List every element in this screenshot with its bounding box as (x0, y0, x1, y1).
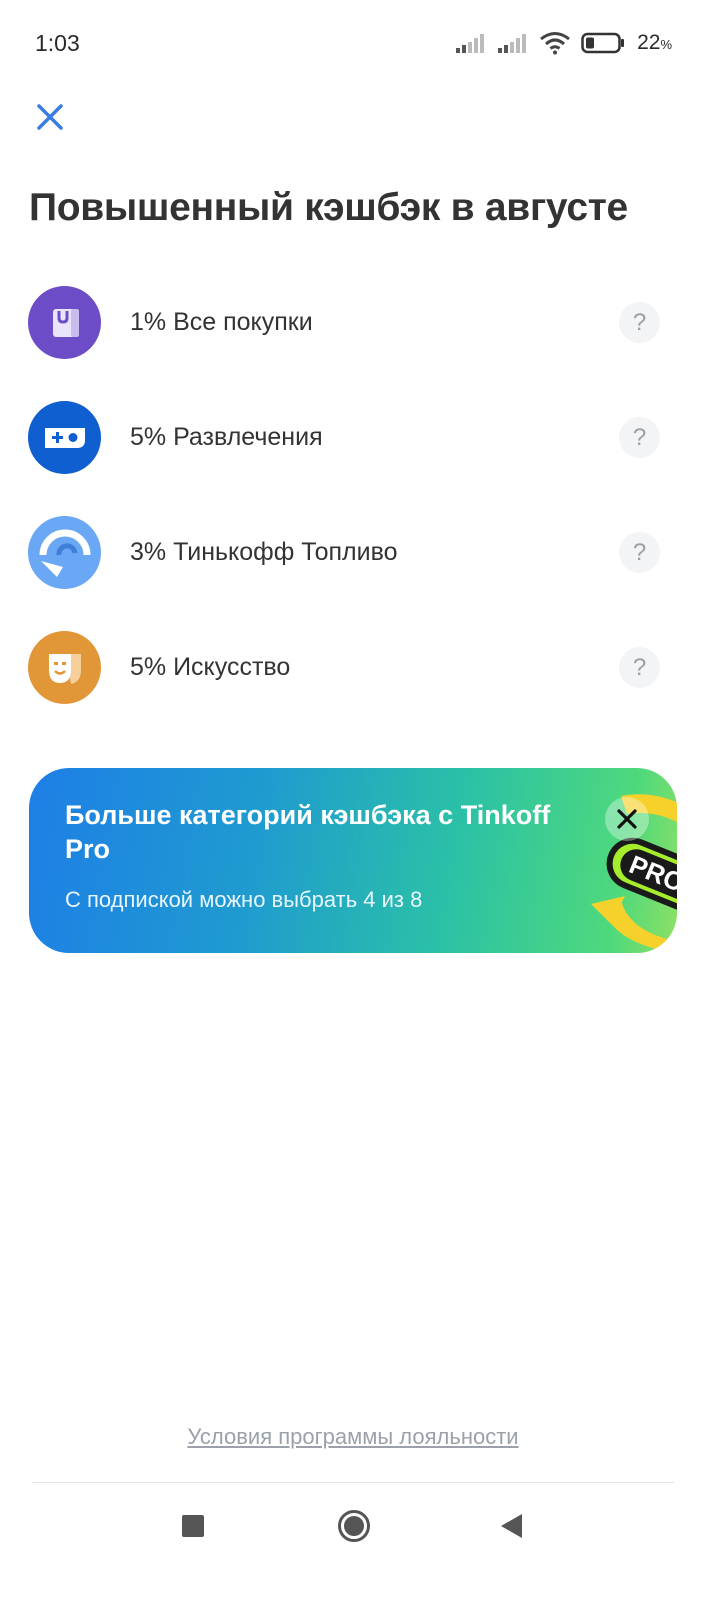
back-button[interactable] (492, 1507, 530, 1545)
divider (32, 1482, 674, 1483)
question-icon[interactable]: ? (633, 424, 646, 452)
back-triangle-icon[interactable] (498, 1512, 524, 1540)
question-icon[interactable]: ? (633, 539, 646, 567)
category-item[interactable]: 1% Все покупки ? (0, 285, 720, 400)
status-icons: 22% (455, 28, 672, 58)
close-icon[interactable] (30, 97, 70, 137)
help-button[interactable]: ? (619, 532, 660, 573)
help-button[interactable]: ? (619, 647, 660, 688)
status-time: 1:03 (35, 30, 80, 56)
recents-square-icon[interactable] (181, 1514, 205, 1538)
promo-banner[interactable]: Больше категорий кэшбэка с Tinkoff Pro С… (29, 768, 677, 953)
category-label: 5% Искусство (130, 653, 291, 681)
question-icon[interactable]: ? (633, 654, 646, 682)
shopping-bag-icon (28, 286, 101, 359)
theater-mask-icon (28, 631, 101, 704)
home-circle-icon[interactable] (337, 1509, 371, 1543)
category-label: 1% Все покупки (130, 308, 313, 336)
help-button[interactable]: ? (619, 417, 660, 458)
battery-percent: 22% (637, 31, 672, 54)
wifi-icon (540, 32, 571, 55)
system-nav-bar (0, 1490, 720, 1600)
signal-icon (456, 34, 485, 53)
page-title: Повышенный кэшбэк в августе (29, 186, 628, 229)
category-label: 3% Тинькофф Топливо (130, 538, 398, 566)
status-bar: 1:03 22% (0, 0, 720, 88)
help-button[interactable]: ? (619, 302, 660, 343)
close-button[interactable] (30, 97, 70, 137)
cashback-category-list: 1% Все покупки ? 5% Развлечения ? 3% Тин… (0, 285, 720, 745)
fuel-gauge-icon (28, 516, 101, 589)
recents-button[interactable] (174, 1507, 212, 1545)
category-item[interactable]: 3% Тинькофф Топливо ? (0, 515, 720, 630)
promo-subtitle: С подпиской можно выбрать 4 из 8 (65, 887, 423, 912)
screen: 1:03 22% Повышенный кэшбэк в августе 1% … (0, 0, 720, 1600)
battery-icon (581, 32, 625, 54)
home-button[interactable] (333, 1505, 375, 1547)
gamepad-icon (28, 401, 101, 474)
signal-icon (498, 34, 527, 53)
close-icon[interactable] (616, 808, 638, 830)
promo-title: Больше категорий кэшбэка с Tinkoff Pro (65, 800, 551, 864)
category-item[interactable]: 5% Развлечения ? (0, 400, 720, 515)
category-item[interactable]: 5% Искусство ? (0, 630, 720, 745)
category-label: 5% Развлечения (130, 423, 323, 451)
question-icon[interactable]: ? (633, 309, 646, 337)
loyalty-terms-link[interactable]: Условия программы лояльности (0, 1424, 706, 1450)
promo-close-button[interactable] (605, 797, 649, 841)
